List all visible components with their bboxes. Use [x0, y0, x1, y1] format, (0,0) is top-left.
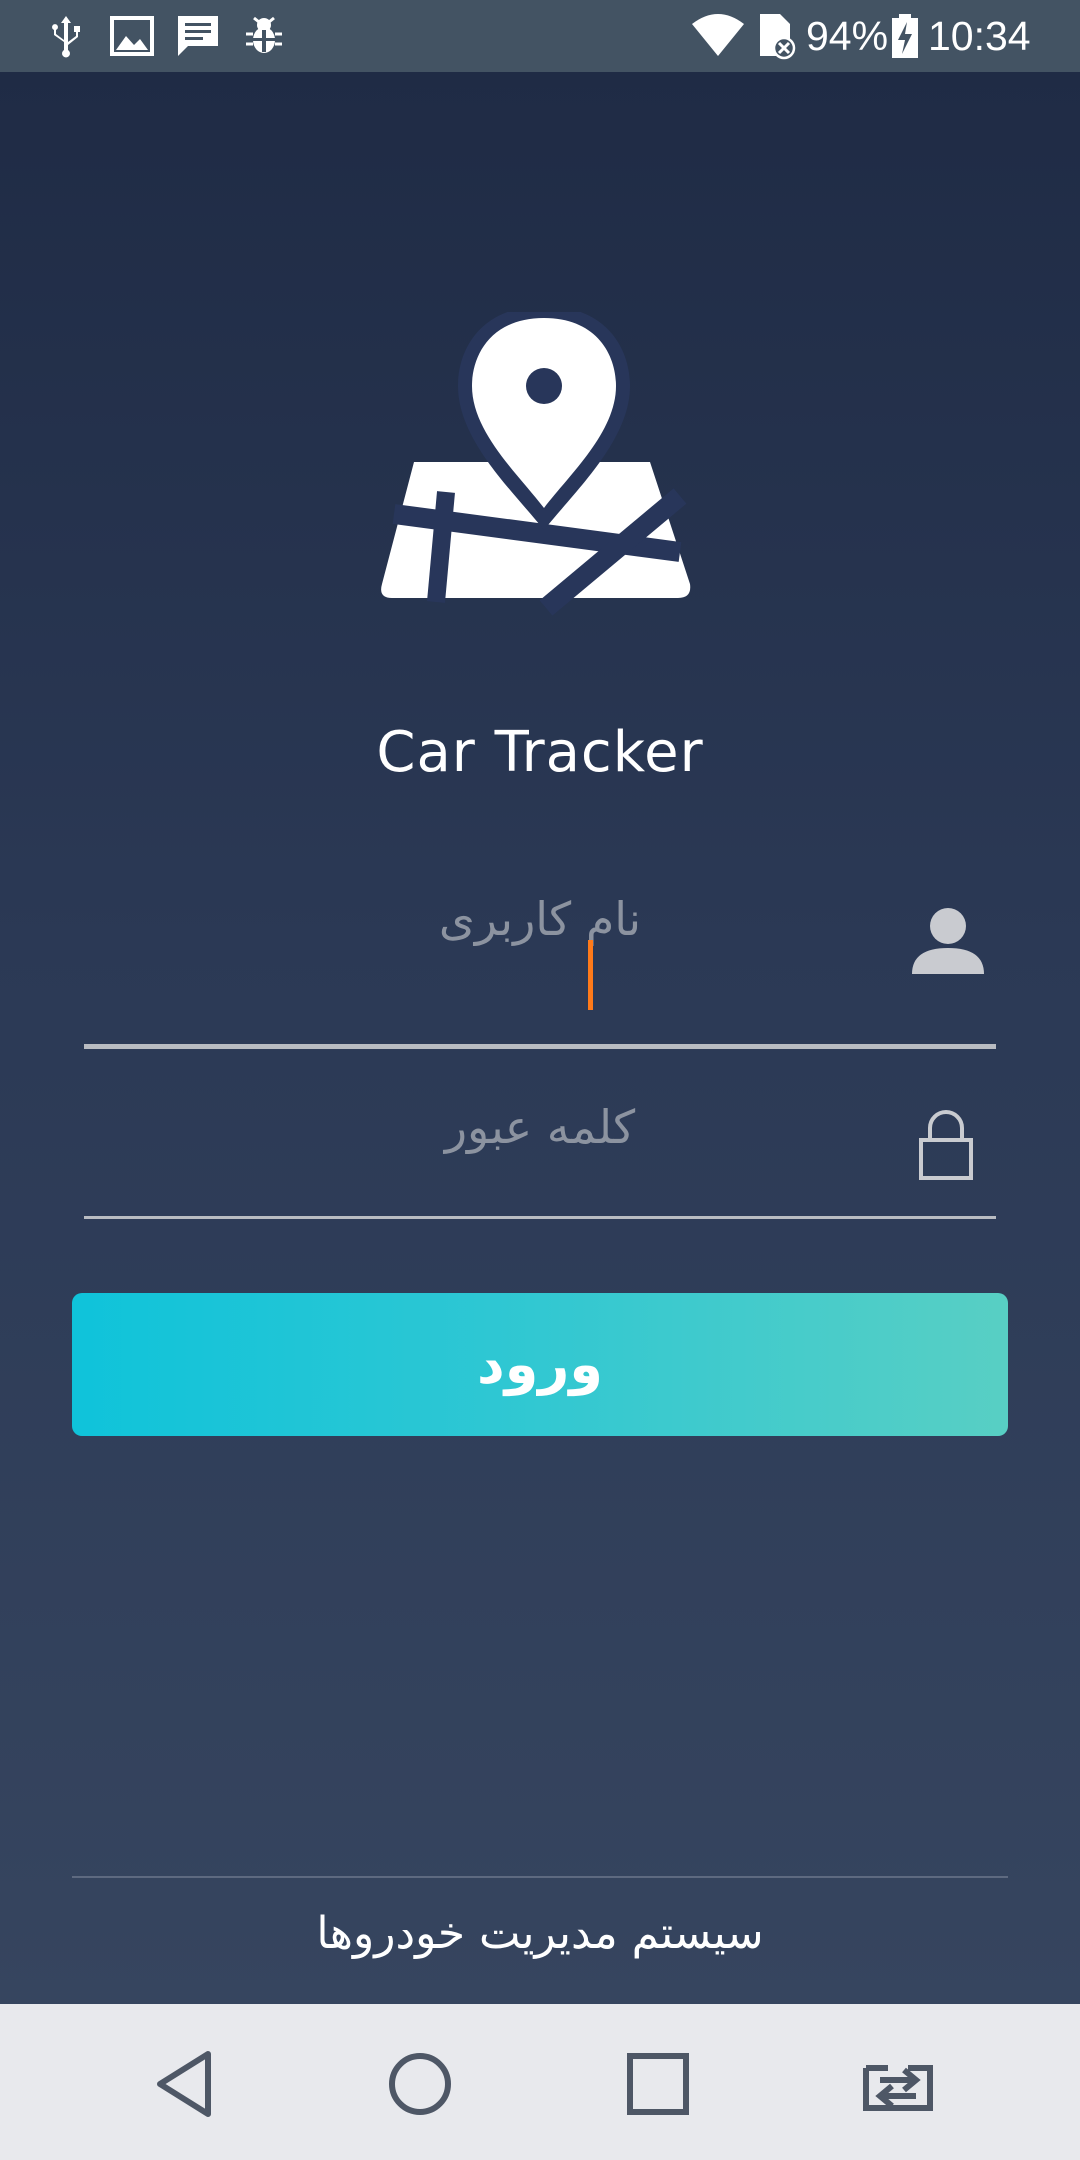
home-icon[interactable]: [382, 2046, 458, 2122]
user-icon: [912, 908, 984, 974]
status-bar: 94% 10:34: [0, 0, 1080, 72]
recents-icon[interactable]: [620, 2046, 696, 2122]
bug-icon: [246, 16, 282, 53]
password-underline: [84, 1216, 996, 1219]
footer-divider: [72, 1876, 1008, 1878]
image-icon: [110, 16, 154, 56]
username-underline: [84, 1044, 996, 1049]
clock: 10:34: [928, 13, 1031, 59]
app-title: Car Tracker: [376, 720, 704, 785]
usb-icon: [52, 16, 80, 58]
message-icon: [178, 16, 218, 56]
sim-card-no-signal-icon: [760, 14, 796, 60]
back-icon[interactable]: [146, 2046, 222, 2122]
switch-app-icon[interactable]: [858, 2046, 938, 2122]
password-field[interactable]: [84, 1068, 996, 1219]
username-field[interactable]: [84, 860, 996, 1049]
navigation-bar: [0, 2004, 1080, 2160]
lock-icon: [919, 1110, 973, 1180]
login-screen: Car Tracker ورود سیستم مدیریت خودروها: [0, 72, 1080, 2004]
wifi-icon: [692, 14, 744, 56]
password-input[interactable]: [84, 1068, 996, 1186]
username-input[interactable]: [84, 860, 996, 978]
map-pin-icon: [381, 312, 691, 616]
text-cursor: [588, 940, 593, 1010]
battery-percent: 94%: [806, 13, 889, 59]
footer-text: سیستم مدیریت خودروها: [316, 1908, 764, 1959]
login-button[interactable]: ورود: [72, 1293, 1008, 1436]
battery-charging-icon: [892, 14, 918, 58]
